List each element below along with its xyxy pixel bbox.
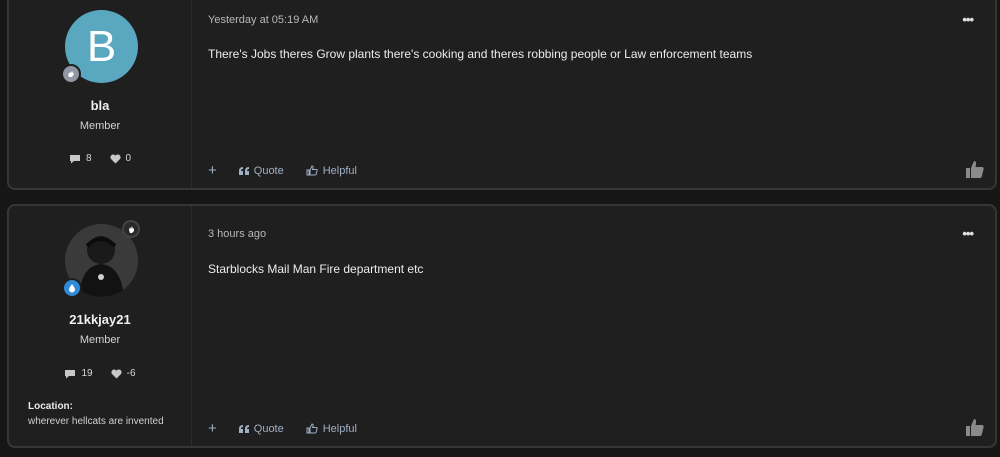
post-body: Starblocks Mail Man Fire department etc bbox=[208, 262, 424, 276]
post-body: There's Jobs theres Grow plants there's … bbox=[208, 47, 753, 61]
heart-icon bbox=[109, 153, 121, 163]
helpful-label: Helpful bbox=[322, 422, 357, 435]
post-main: Yesterday at 05:19 AM ••• There's Jobs t… bbox=[192, 0, 995, 188]
post-main: 3 hours ago ••• Starblocks Mail Man Fire… bbox=[192, 206, 995, 446]
helpful-button[interactable]: Helpful bbox=[306, 423, 357, 435]
helpful-label: Helpful bbox=[322, 164, 357, 177]
avatar-letter: B bbox=[86, 21, 117, 71]
quote-button[interactable]: Quote bbox=[238, 164, 284, 177]
reactions-stat[interactable]: -6 bbox=[111, 368, 136, 379]
heart-icon bbox=[111, 368, 122, 378]
post-date[interactable]: 3 hours ago bbox=[208, 228, 266, 240]
location-value: wherever hellcats are invented bbox=[28, 416, 164, 427]
add-button[interactable]: + bbox=[208, 163, 217, 178]
location-label: Location: bbox=[28, 401, 73, 412]
post-card: B bla Member 8 0 Yesterday at 05:19 AM •… bbox=[7, 0, 997, 190]
post-actions: + Quote Helpful bbox=[208, 421, 357, 436]
thumbs-up-icon[interactable] bbox=[965, 418, 985, 437]
helpful-button[interactable]: Helpful bbox=[306, 165, 357, 177]
quote-button[interactable]: Quote bbox=[238, 422, 284, 435]
post-card: 21kkjay21 Member 19 -6 Location: whereve… bbox=[7, 204, 997, 448]
quote-label: Quote bbox=[253, 164, 284, 177]
user-info-panel: 21kkjay21 Member 19 -6 Location: whereve… bbox=[9, 206, 192, 446]
speech-bubble-icon bbox=[65, 369, 76, 378]
user-info-panel: B bla Member 8 0 bbox=[9, 0, 192, 188]
post-date[interactable]: Yesterday at 05:19 AM bbox=[208, 14, 318, 26]
username[interactable]: 21kkjay21 bbox=[9, 312, 191, 327]
thumbs-up-icon[interactable] bbox=[965, 160, 985, 179]
username[interactable]: bla bbox=[9, 98, 191, 113]
post-actions: + Quote Helpful bbox=[208, 163, 357, 178]
hand-icon bbox=[122, 220, 140, 238]
shield-hand-icon bbox=[61, 64, 81, 84]
quote-label: Quote bbox=[253, 422, 284, 435]
ellipsis-icon[interactable]: ••• bbox=[962, 12, 974, 27]
messages-count: 8 bbox=[85, 153, 92, 164]
messages-count: 19 bbox=[81, 368, 93, 379]
messages-stat[interactable]: 8 bbox=[69, 153, 92, 164]
quote-icon bbox=[238, 166, 249, 175]
add-button[interactable]: + bbox=[208, 421, 217, 436]
quote-icon bbox=[238, 424, 249, 433]
user-title: Member bbox=[79, 334, 121, 346]
speech-bubble-icon bbox=[69, 154, 80, 163]
user-title: Member bbox=[79, 120, 121, 132]
thumbs-up-icon bbox=[306, 165, 318, 176]
shield-drop-icon bbox=[62, 278, 82, 298]
reactions-stat[interactable]: 0 bbox=[109, 153, 132, 164]
ellipsis-icon[interactable]: ••• bbox=[962, 226, 974, 241]
reactions-count: -6 bbox=[126, 368, 136, 379]
messages-stat[interactable]: 19 bbox=[64, 368, 93, 379]
user-stats: 8 0 bbox=[9, 153, 191, 164]
user-stats: 19 -6 bbox=[9, 368, 191, 379]
reactions-count: 0 bbox=[125, 153, 132, 164]
thumbs-up-icon bbox=[306, 423, 318, 434]
